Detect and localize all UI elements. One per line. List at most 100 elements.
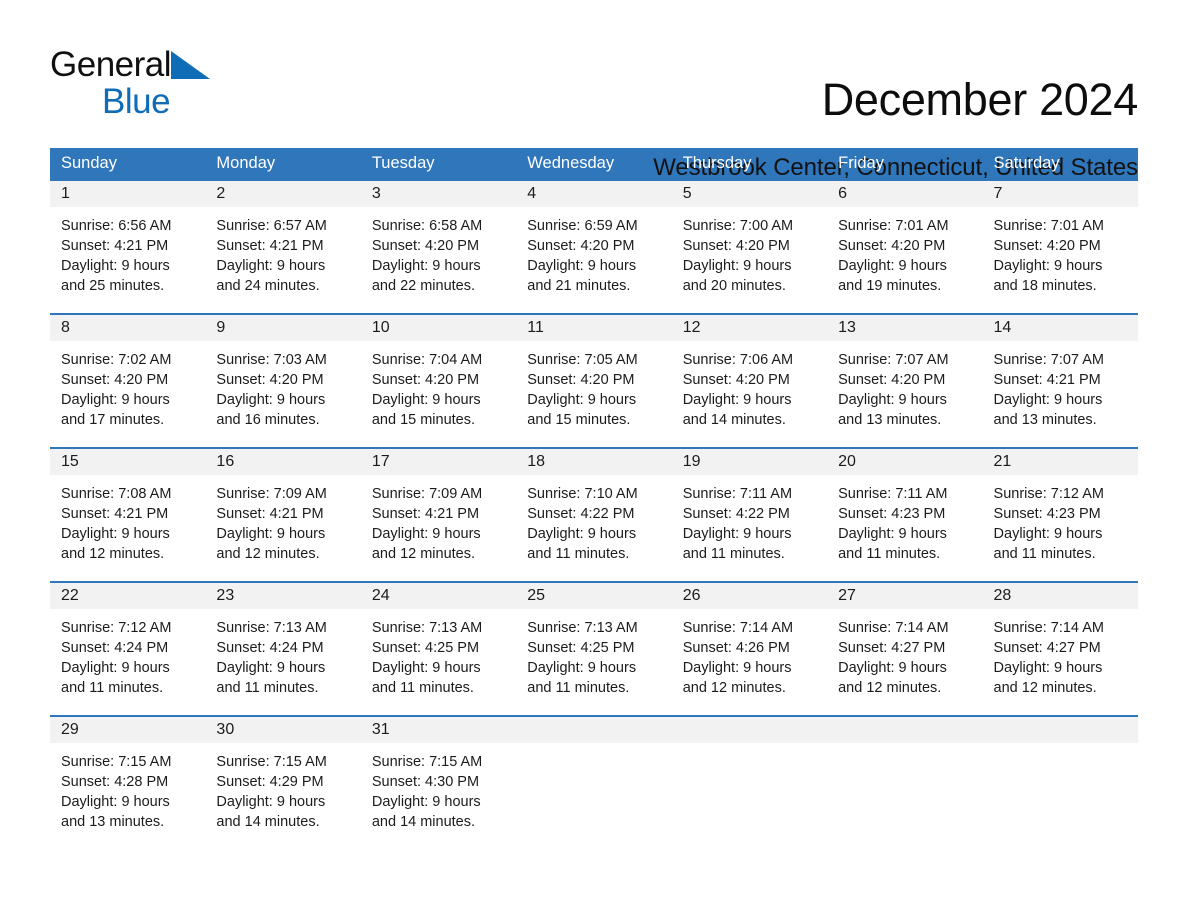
- sunrise-text: Sunrise: 7:05 AM: [527, 352, 638, 368]
- day-cell[interactable]: 3 Sunrise: 6:58 AM Sunset: 4:20 PM Daylight…: [360, 181, 517, 313]
- day-cell[interactable]: 17 Sunrise: 7:09 AM Sunset: 4:21 PM Dayligh…: [360, 449, 517, 581]
- day-cell[interactable]: 30 Sunrise: 7:15 AM Sunset: 4:29 PM Dayligh…: [205, 717, 361, 849]
- calendar-week-row: 1 Sunrise: 6:56 AM Sunset: 4:21 PM Daylight…: [50, 179, 1138, 313]
- day-cell[interactable]: 31 Sunrise: 7:15 AM Sunset: 4:30 PM Dayligh…: [360, 717, 517, 849]
- daylight-text-line2: and 11 minutes.: [371, 680, 474, 696]
- day-details: Sunrise: 7:09 AM Sunset: 4:21 PM Daylight:…: [205, 475, 360, 564]
- day-cell[interactable]: 22 Sunrise: 7:12 AM Sunset: 4:24 PM Dayligh…: [50, 583, 206, 715]
- sunset-text: Sunset: 4:25 PM: [371, 640, 480, 656]
- day-details: Sunrise: 7:13 AM Sunset: 4:25 PM Daylight:…: [516, 609, 671, 698]
- day-cell-empty: [516, 717, 672, 849]
- day-details: Sunrise: 7:02 AM Sunset: 4:20 PM Daylight:…: [50, 341, 205, 430]
- day-details: Sunrise: 7:08 AM Sunset: 4:21 PM Daylight:…: [50, 475, 205, 564]
- logo-text-general: General: [50, 45, 172, 84]
- daylight-text-line1: Daylight: 9 hours: [371, 794, 481, 810]
- sunset-text: Sunset: 4:21 PM: [216, 506, 324, 522]
- day-cell[interactable]: 10 Sunrise: 7:04 AM Sunset: 4:20 PM Dayligh…: [360, 315, 517, 447]
- day-number: 7: [982, 181, 1138, 207]
- weekday-header-saturday: Saturday: [993, 154, 1060, 172]
- daylight-text-line2: and 19 minutes.: [838, 278, 942, 294]
- day-cell[interactable]: 8 Sunrise: 7:02 AM Sunset: 4:20 PM Daylight…: [50, 315, 206, 447]
- day-cell[interactable]: 13 Sunrise: 7:07 AM Sunset: 4:20 PM Dayligh…: [827, 315, 983, 447]
- day-cell[interactable]: 18 Sunrise: 7:10 AM Sunset: 4:22 PM Dayligh…: [516, 449, 672, 581]
- daylight-text-line1: Daylight: 9 hours: [682, 392, 792, 408]
- day-cell[interactable]: 16 Sunrise: 7:09 AM Sunset: 4:21 PM Dayligh…: [205, 449, 361, 581]
- daylight-text-line2: and 12 minutes.: [993, 680, 1097, 696]
- day-number: 22: [50, 583, 206, 609]
- day-details: Sunrise: 7:09 AM Sunset: 4:21 PM Daylight:…: [361, 475, 516, 564]
- day-number: 6: [827, 181, 983, 207]
- day-number: 16: [205, 449, 361, 475]
- day-cell[interactable]: 26 Sunrise: 7:14 AM Sunset: 4:26 PM Dayligh…: [671, 583, 828, 715]
- day-cell[interactable]: 6 Sunrise: 7:01 AM Sunset: 4:20 PM Daylight…: [827, 181, 983, 313]
- sunrise-text: Sunrise: 7:03 AM: [216, 352, 327, 368]
- day-cell[interactable]: 5 Sunrise: 7:00 AM Sunset: 4:20 PM Daylight…: [671, 181, 828, 313]
- day-number: 18: [516, 449, 672, 475]
- day-cell[interactable]: 1 Sunrise: 6:56 AM Sunset: 4:21 PM Daylight…: [50, 181, 206, 313]
- day-cell[interactable]: 28 Sunrise: 7:14 AM Sunset: 4:27 PM Dayligh…: [982, 583, 1138, 715]
- day-cell[interactable]: 4 Sunrise: 6:59 AM Sunset: 4:20 PM Daylight…: [516, 181, 672, 313]
- day-cell[interactable]: 27 Sunrise: 7:14 AM Sunset: 4:27 PM Dayligh…: [827, 583, 983, 715]
- daylight-text-line1: Daylight: 9 hours: [371, 526, 481, 542]
- calendar-week-row: 15 Sunrise: 7:08 AM Sunset: 4:21 PM Dayligh…: [50, 447, 1138, 581]
- day-number: 19: [671, 449, 828, 475]
- day-details: Sunrise: 7:12 AM Sunset: 4:23 PM Daylight:…: [983, 475, 1138, 564]
- day-cell[interactable]: 12 Sunrise: 7:06 AM Sunset: 4:20 PM Dayligh…: [671, 315, 828, 447]
- day-cell[interactable]: 11 Sunrise: 7:05 AM Sunset: 4:20 PM Dayligh…: [516, 315, 672, 447]
- sunset-text: Sunset: 4:20 PM: [61, 372, 169, 388]
- sunrise-text: Sunrise: 6:56 AM: [61, 218, 172, 234]
- day-cell[interactable]: 2 Sunrise: 6:57 AM Sunset: 4:21 PM Daylight…: [205, 181, 361, 313]
- day-number: [671, 717, 828, 743]
- day-cell[interactable]: 19 Sunrise: 7:11 AM Sunset: 4:22 PM Dayligh…: [671, 449, 828, 581]
- sunrise-text: Sunrise: 7:13 AM: [216, 620, 327, 636]
- day-cell[interactable]: 9 Sunrise: 7:03 AM Sunset: 4:20 PM Daylight…: [205, 315, 361, 447]
- day-cell[interactable]: 20 Sunrise: 7:11 AM Sunset: 4:23 PM Dayligh…: [827, 449, 983, 581]
- day-number: 21: [982, 449, 1138, 475]
- daylight-text-line2: and 14 minutes.: [216, 814, 320, 830]
- sunset-text: Sunset: 4:24 PM: [216, 640, 324, 656]
- day-cell[interactable]: 29 Sunrise: 7:15 AM Sunset: 4:28 PM Dayligh…: [50, 717, 206, 849]
- day-number: 2: [205, 181, 361, 207]
- day-number: 20: [827, 449, 983, 475]
- daylight-text-line1: Daylight: 9 hours: [527, 660, 637, 676]
- day-cell[interactable]: 14 Sunrise: 7:07 AM Sunset: 4:21 PM Dayligh…: [982, 315, 1138, 447]
- calendar-weeks: 1 Sunrise: 6:56 AM Sunset: 4:21 PM Daylight…: [50, 179, 1138, 849]
- daylight-text-line2: and 11 minutes.: [682, 546, 785, 562]
- daylight-text-line2: and 14 minutes.: [682, 412, 786, 428]
- weekday-header-sunday: Sunday: [61, 154, 117, 172]
- daylight-text-line1: Daylight: 9 hours: [61, 660, 170, 676]
- day-details: Sunrise: 7:05 AM Sunset: 4:20 PM Daylight:…: [516, 341, 671, 430]
- logo-top-row: General: [50, 44, 250, 82]
- daylight-text-line2: and 15 minutes.: [371, 412, 476, 428]
- day-number: 8: [50, 315, 206, 341]
- day-cell[interactable]: 15 Sunrise: 7:08 AM Sunset: 4:21 PM Dayligh…: [50, 449, 206, 581]
- sunrise-text: Sunrise: 7:06 AM: [682, 352, 794, 368]
- day-number: 24: [360, 583, 517, 609]
- sunrise-text: Sunrise: 7:15 AM: [216, 754, 327, 770]
- day-number: [516, 717, 672, 743]
- daylight-text-line2: and 15 minutes.: [527, 412, 631, 428]
- daylight-text-line1: Daylight: 9 hours: [216, 258, 326, 274]
- day-cell[interactable]: 7 Sunrise: 7:01 AM Sunset: 4:20 PM Daylight…: [982, 181, 1138, 313]
- sunrise-text: Sunrise: 7:12 AM: [61, 620, 172, 636]
- day-cell-empty: [671, 717, 828, 849]
- daylight-text-line2: and 12 minutes.: [216, 546, 320, 562]
- sunset-text: Sunset: 4:20 PM: [682, 372, 790, 388]
- daylight-text-line2: and 13 minutes.: [838, 412, 942, 428]
- daylight-text-line2: and 11 minutes.: [61, 680, 164, 696]
- daylight-text-line2: and 12 minutes.: [371, 546, 476, 562]
- sunrise-text: Sunrise: 7:14 AM: [682, 620, 794, 636]
- day-cell[interactable]: 24 Sunrise: 7:13 AM Sunset: 4:25 PM Dayligh…: [360, 583, 517, 715]
- sunrise-text: Sunrise: 7:11 AM: [838, 486, 948, 502]
- sunrise-text: Sunrise: 7:01 AM: [993, 218, 1104, 234]
- daylight-text-line1: Daylight: 9 hours: [527, 526, 637, 542]
- sunrise-text: Sunrise: 6:59 AM: [527, 218, 638, 234]
- daylight-text-line2: and 12 minutes.: [682, 680, 786, 696]
- day-cell[interactable]: 25 Sunrise: 7:13 AM Sunset: 4:25 PM Dayligh…: [516, 583, 672, 715]
- daylight-text-line1: Daylight: 9 hours: [838, 258, 947, 274]
- day-details: Sunrise: 6:59 AM Sunset: 4:20 PM Daylight:…: [516, 207, 671, 296]
- day-cell[interactable]: 21 Sunrise: 7:12 AM Sunset: 4:23 PM Dayligh…: [982, 449, 1138, 581]
- weekday-header-monday: Monday: [216, 154, 276, 172]
- day-cell[interactable]: 23 Sunrise: 7:13 AM Sunset: 4:24 PM Dayligh…: [205, 583, 361, 715]
- sunrise-text: Sunrise: 7:09 AM: [371, 486, 483, 502]
